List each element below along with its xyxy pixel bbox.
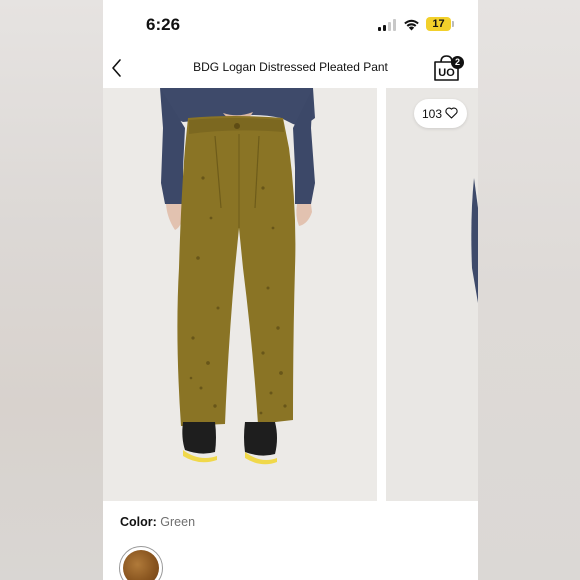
battery-tip [452, 21, 454, 27]
status-time: 6:26 [146, 15, 181, 34]
back-icon[interactable] [109, 57, 125, 79]
phone-screen: 6:26 17 BDG Logan Distressed Pleated Pan… [103, 0, 478, 580]
background-blur-left [0, 0, 103, 580]
model-wearing-pants-image [160, 88, 315, 465]
nav-bar: BDG Logan Distressed Pleated Pant UO [103, 48, 478, 88]
wifi-icon [404, 19, 419, 31]
status-bar: 6:26 17 [103, 0, 478, 48]
product-image-gallery[interactable]: 103 [103, 88, 478, 501]
signal-icon [378, 19, 396, 31]
color-swatch[interactable] [119, 546, 163, 580]
model-partial-image [471, 178, 478, 303]
like-count: 103 [422, 107, 443, 121]
like-button[interactable]: 103 [414, 99, 467, 128]
product-photo-main[interactable] [103, 88, 377, 501]
product-title: BDG Logan Distressed Pleated Pant [193, 60, 388, 74]
bag-logo: UO [438, 67, 455, 79]
color-swatch-fill [123, 550, 159, 580]
color-value: Green [160, 515, 196, 529]
product-photo-next[interactable] [386, 88, 478, 501]
color-label: Color: [120, 515, 157, 529]
heart-icon [445, 107, 458, 119]
battery-indicator: 17 [426, 17, 451, 31]
background-blur-right [478, 0, 580, 580]
color-selection-label: Color: Green [120, 515, 195, 529]
bag-count-badge: 2 [451, 56, 464, 69]
